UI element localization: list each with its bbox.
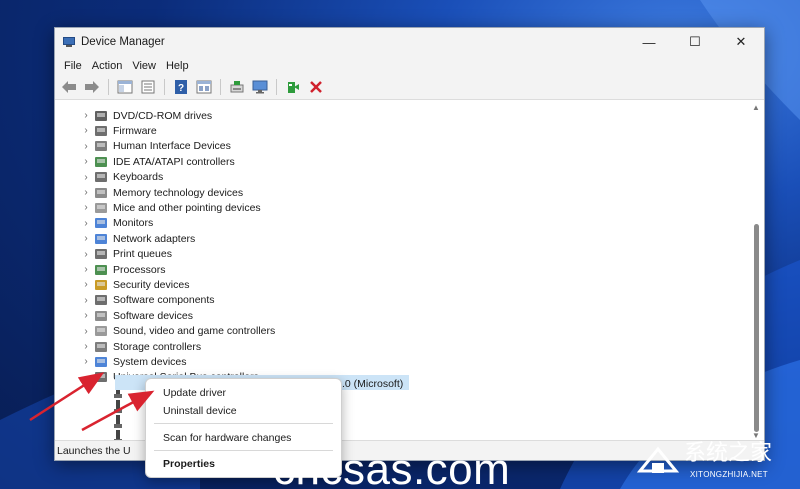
annotation-arrows bbox=[29, 372, 155, 432]
red-arrow-to-usb bbox=[29, 372, 105, 422]
watermark-chcsas: chcsas.com bbox=[273, 445, 511, 489]
red-arrow-to-update-driver bbox=[81, 390, 155, 432]
watermark-xitongzhijia: 系统之家 bbox=[684, 441, 773, 466]
watermark-xitongzhijia-url: XITONGZHIJIA.NET bbox=[690, 470, 768, 479]
